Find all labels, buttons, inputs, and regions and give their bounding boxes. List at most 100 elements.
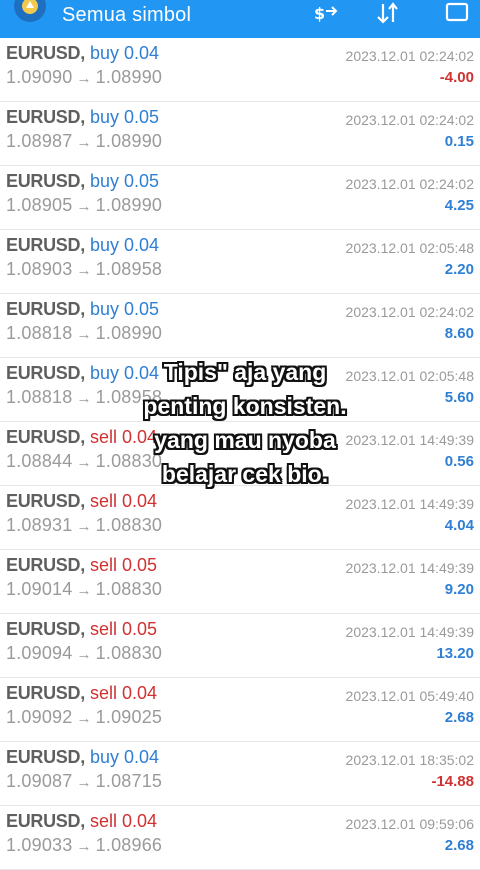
- trade-profit: 13.20: [436, 645, 474, 662]
- arrow-right-icon: →: [76, 646, 92, 663]
- trade-volume: 0.05: [121, 619, 158, 639]
- trade-symbol: EURUSD,: [6, 171, 85, 191]
- select-icon[interactable]: [440, 0, 474, 28]
- trade-profit: 4.25: [444, 197, 474, 214]
- trade-prices: 1.08818 → 1.08990: [6, 323, 162, 344]
- trade-volume: 0.04: [123, 235, 160, 255]
- trade-title: EURUSD, buy 0.04: [6, 235, 159, 256]
- arrow-right-icon: →: [76, 390, 92, 407]
- open-price: 1.09014: [6, 579, 73, 599]
- open-price: 1.08987: [6, 131, 73, 151]
- trade-profit: 9.20: [444, 581, 474, 598]
- trade-row[interactable]: EURUSD, sell 0.04 1.09092 → 1.09025 2023.12.…: [0, 678, 480, 742]
- trade-type: buy: [89, 299, 119, 319]
- trade-prices: 1.08905 → 1.08990: [6, 195, 162, 216]
- arrow-right-icon: →: [76, 70, 92, 87]
- trade-symbol: EURUSD,: [6, 427, 85, 447]
- trade-row[interactable]: EURUSD, sell 0.04 1.08931 → 1.08830 2023.12.…: [0, 486, 480, 550]
- sort-icon[interactable]: [373, 0, 403, 28]
- trade-title: EURUSD, sell 0.04: [6, 683, 157, 704]
- close-price: 1.08966: [95, 835, 163, 855]
- trade-profit: 0.15: [444, 133, 474, 150]
- trade-profit: 5.60: [444, 389, 474, 406]
- trade-title: EURUSD, buy 0.05: [6, 171, 159, 192]
- trade-profit: 4.04: [444, 517, 474, 534]
- trade-prices: 1.09087 → 1.08715: [6, 771, 162, 792]
- trade-profit: 0.56: [444, 453, 474, 470]
- trade-profit: 2.68: [444, 709, 474, 726]
- trade-time: 2023.12.01 02:24:02: [345, 112, 474, 128]
- open-price: 1.08905: [6, 195, 73, 215]
- close-price: 1.08990: [95, 195, 163, 215]
- close-price: 1.08715: [95, 771, 163, 791]
- currency-icon[interactable]: $: [310, 0, 340, 28]
- trade-title: EURUSD, buy 0.04: [6, 747, 159, 768]
- arrow-right-icon: →: [76, 454, 92, 471]
- arrow-right-icon: →: [76, 326, 92, 343]
- caption-line: belajar cek bio.: [161, 461, 329, 487]
- caption-line: penting konsisten.: [143, 393, 347, 419]
- trade-row[interactable]: EURUSD, buy 0.04 1.09090 → 1.08990 2023.12.0…: [0, 38, 480, 102]
- trade-volume: 0.05: [123, 171, 160, 191]
- arrow-right-icon: →: [76, 134, 92, 151]
- trade-time: 2023.12.01 02:24:02: [345, 48, 474, 64]
- caption-line: Tipis" aja yang: [163, 359, 327, 385]
- trade-row[interactable]: EURUSD, buy 0.04 1.08903 → 1.08958 2023.12.0…: [0, 230, 480, 294]
- open-price: 1.08903: [6, 259, 73, 279]
- open-price: 1.09033: [6, 835, 73, 855]
- arrow-right-icon: →: [76, 774, 92, 791]
- trade-prices: 1.08987 → 1.08990: [6, 131, 162, 152]
- trade-volume: 0.05: [123, 299, 160, 319]
- trade-profit: 2.68: [444, 837, 474, 854]
- trade-title: EURUSD, buy 0.05: [6, 107, 159, 128]
- trade-row[interactable]: EURUSD, buy 0.05 1.08905 → 1.08990 2023.12.0…: [0, 166, 480, 230]
- trade-time: 2023.12.01 05:49:40: [345, 688, 474, 704]
- trade-prices: 1.09092 → 1.09025: [6, 707, 162, 728]
- trade-title: EURUSD, sell 0.04: [6, 811, 157, 832]
- trade-volume: 0.04: [123, 747, 160, 767]
- trade-prices: 1.09033 → 1.08966: [6, 835, 162, 856]
- open-price: 1.09092: [6, 707, 73, 727]
- video-caption-overlay: Tipis" aja yang penting konsisten. yang ma…: [110, 355, 380, 491]
- trade-row[interactable]: EURUSD, sell 0.05 1.09014 → 1.08830 2023.12.…: [0, 550, 480, 614]
- trade-row[interactable]: EURUSD, buy 0.05 1.08818 → 1.08990 2023.12.0…: [0, 294, 480, 358]
- trade-row[interactable]: EURUSD, buy 0.05 1.08987 → 1.08990 2023.12.0…: [0, 102, 480, 166]
- close-price: 1.08990: [95, 67, 163, 87]
- trade-row[interactable]: EURUSD, sell 0.04 1.09033 → 1.08966 2023.12.…: [0, 806, 480, 870]
- open-price: 1.09090: [6, 67, 73, 87]
- trade-row[interactable]: EURUSD, buy 0.04 1.09087 → 1.08715 2023.12.0…: [0, 742, 480, 806]
- arrow-right-icon: →: [76, 262, 92, 279]
- trade-profit: -14.88: [431, 773, 474, 790]
- trade-type: sell: [89, 491, 117, 511]
- trade-time: 2023.12.01 02:05:48: [345, 240, 474, 256]
- close-price: 1.08830: [95, 579, 163, 599]
- trade-symbol: EURUSD,: [6, 555, 85, 575]
- trade-type: sell: [89, 683, 117, 703]
- arrow-right-icon: →: [76, 582, 92, 599]
- trade-type: buy: [89, 171, 119, 191]
- trade-profit: 8.60: [444, 325, 474, 342]
- trade-row[interactable]: EURUSD, sell 0.05 1.09094 → 1.08830 2023.12.…: [0, 614, 480, 678]
- trade-prices: 1.09090 → 1.08990: [6, 67, 162, 88]
- trade-volume: 0.05: [121, 555, 158, 575]
- open-price: 1.09087: [6, 771, 73, 791]
- logo-glyph-icon: [22, 0, 38, 14]
- trade-title: EURUSD, buy 0.05: [6, 299, 159, 320]
- close-price: 1.08830: [95, 515, 163, 535]
- trade-volume: 0.04: [121, 811, 158, 831]
- trade-prices: 1.08903 → 1.08958: [6, 259, 162, 280]
- app-logo-icon[interactable]: [14, 0, 46, 22]
- trade-type: sell: [89, 811, 117, 831]
- trade-profit: -4.00: [439, 69, 474, 86]
- trade-time: 2023.12.01 14:49:39: [345, 624, 474, 640]
- svg-text:$: $: [314, 4, 325, 23]
- trade-volume: 0.04: [121, 683, 158, 703]
- trade-title: EURUSD, sell 0.05: [6, 555, 157, 576]
- trade-time: 2023.12.01 02:24:02: [345, 304, 474, 320]
- trade-time: 2023.12.01 14:49:39: [345, 560, 474, 576]
- trade-prices: 1.09094 → 1.08830: [6, 643, 162, 664]
- header-title: Semua simbol: [62, 4, 192, 26]
- trade-volume: 0.05: [123, 107, 160, 127]
- close-price: 1.08830: [95, 643, 163, 663]
- trade-symbol: EURUSD,: [6, 299, 85, 319]
